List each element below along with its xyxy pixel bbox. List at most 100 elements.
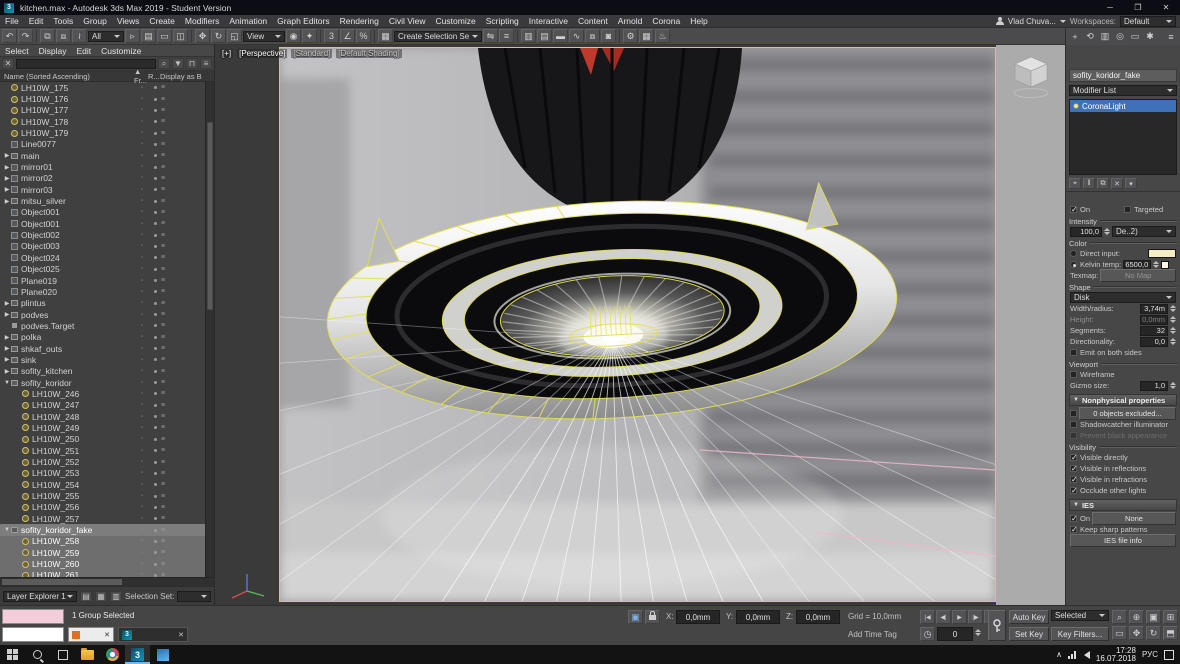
tree-row-shkaf-outs[interactable]: ▶ shkaf_outs ▫ ≡ bbox=[0, 343, 205, 354]
tree-row-podves-target[interactable]: podves.Target ▫ ≡ bbox=[0, 320, 205, 331]
toggle-ribbon-icon[interactable]: ▬ bbox=[553, 29, 568, 43]
select-by-name-icon[interactable]: ▤ bbox=[141, 29, 156, 43]
renderable-toggle[interactable] bbox=[149, 460, 161, 464]
checkbox-on[interactable]: On bbox=[1070, 205, 1122, 214]
language-indicator[interactable]: РУС bbox=[1142, 650, 1158, 659]
motion-tab-icon[interactable]: ◎ bbox=[1113, 30, 1127, 43]
expand-icon[interactable]: ▶ bbox=[3, 300, 11, 307]
tree-row-lh10w-250[interactable]: LH10W_250 ▫ ≡ bbox=[0, 434, 205, 445]
spinner[interactable] bbox=[1104, 228, 1110, 235]
tree-row-lh10w-251[interactable]: LH10W_251 ▫ ≡ bbox=[0, 445, 205, 456]
explorer-column-header[interactable]: Name (Sorted Ascending) ▲ Fr... R... Dis… bbox=[0, 67, 214, 85]
lock-explorer-icon[interactable]: ⊓ bbox=[186, 58, 198, 69]
renderable-toggle[interactable] bbox=[149, 392, 161, 396]
tree-row-object003[interactable]: Object003 ▫ ≡ bbox=[0, 241, 205, 252]
frozen-toggle[interactable]: ▫ bbox=[135, 209, 149, 215]
menu-help[interactable]: Help bbox=[685, 16, 712, 26]
menu-group[interactable]: Group bbox=[78, 16, 112, 26]
curve-editor-icon[interactable]: ∿ bbox=[569, 29, 584, 43]
frozen-toggle[interactable]: ▫ bbox=[135, 425, 149, 431]
search-button[interactable] bbox=[25, 645, 50, 664]
value-field[interactable]: 0,0mm bbox=[1140, 314, 1168, 325]
renderable-toggle[interactable] bbox=[149, 347, 161, 351]
spinner[interactable] bbox=[1170, 305, 1176, 312]
window-crossing-icon[interactable]: ◫ bbox=[173, 29, 188, 43]
renderable-toggle[interactable] bbox=[149, 403, 161, 407]
frozen-toggle[interactable]: ▫ bbox=[135, 493, 149, 499]
toggle-scene-explorer-icon[interactable]: ▥ bbox=[521, 29, 536, 43]
checkbox-keep-sharp-patterns[interactable]: Keep sharp patterns bbox=[1070, 525, 1148, 534]
display-mode-cell[interactable]: ≡ bbox=[161, 345, 205, 352]
frozen-toggle[interactable]: ▫ bbox=[135, 323, 149, 329]
display-mode-cell[interactable]: ≡ bbox=[161, 504, 205, 511]
renderable-toggle[interactable] bbox=[149, 244, 161, 248]
frozen-toggle[interactable]: ▫ bbox=[135, 527, 149, 533]
display-mode-cell[interactable]: ≡ bbox=[161, 164, 205, 171]
menu-scripting[interactable]: Scripting bbox=[481, 16, 524, 26]
renderable-toggle[interactable] bbox=[149, 290, 161, 294]
checkbox-box[interactable] bbox=[1070, 410, 1077, 417]
display-mode-cell[interactable]: ≡ bbox=[161, 107, 205, 114]
maximize-button[interactable]: ❐ bbox=[1124, 0, 1152, 15]
tree-row-sink[interactable]: ▶ sink ▫ ≡ bbox=[0, 354, 205, 365]
snaps-toggle-icon[interactable]: 3 bbox=[324, 29, 339, 43]
menu-content[interactable]: Content bbox=[573, 16, 613, 26]
angle-snap-icon[interactable]: ∠ bbox=[340, 29, 355, 43]
stack-item-coronalight[interactable]: CoronaLight bbox=[1070, 100, 1176, 112]
menu-customize[interactable]: Customize bbox=[431, 16, 481, 26]
tree-row-mirror01[interactable]: ▶ mirror01 ▫ ≡ bbox=[0, 161, 205, 172]
tree-row-polka[interactable]: ▶ polka ▫ ≡ bbox=[0, 332, 205, 343]
checkbox-visible-directly[interactable]: Visible directly bbox=[1070, 453, 1128, 462]
go-to-start-button[interactable]: |◀ bbox=[920, 610, 935, 624]
tree-row-lh10w-175[interactable]: LH10W_175 ▫ ≡ bbox=[0, 82, 205, 93]
tree-row-lh10w-177[interactable]: LH10W_177 ▫ ≡ bbox=[0, 105, 205, 116]
named-selection-sets-dropdown[interactable]: Create Selection Se bbox=[394, 30, 482, 42]
intensity-units-dropdown[interactable]: De..2) bbox=[1112, 226, 1176, 237]
render-column-header[interactable]: R... bbox=[148, 72, 160, 81]
checkbox-emit-on-both-sides[interactable]: Emit on both sides bbox=[1070, 348, 1142, 357]
toggle-layer-explorer-icon[interactable]: ▤ bbox=[537, 29, 552, 43]
renderable-toggle[interactable] bbox=[149, 369, 161, 373]
select-and-move-icon[interactable]: ✥ bbox=[195, 29, 210, 43]
button-ies-file-info[interactable]: IES file info bbox=[1070, 534, 1176, 547]
expand-icon[interactable]: ▼ bbox=[3, 527, 11, 533]
tree-row-lh10w-252[interactable]: LH10W_252 ▫ ≡ bbox=[0, 456, 205, 467]
renderable-toggle[interactable] bbox=[149, 154, 161, 158]
viewport-pov-label[interactable]: [Perspective] bbox=[237, 49, 288, 58]
display-mode-cell[interactable]: ≡ bbox=[161, 413, 205, 420]
display-mode-cell[interactable]: ≡ bbox=[161, 311, 205, 318]
expand-icon[interactable]: ▶ bbox=[3, 164, 11, 171]
display-mode-cell[interactable]: ≡ bbox=[161, 186, 205, 193]
auto-key-button[interactable]: Auto Key bbox=[1009, 610, 1049, 624]
expand-icon[interactable]: ▼ bbox=[3, 380, 11, 386]
renderable-toggle[interactable] bbox=[149, 279, 161, 283]
expand-icon[interactable]: ▶ bbox=[3, 345, 11, 352]
pan-view-icon[interactable]: ✥ bbox=[1129, 626, 1144, 640]
redo-icon[interactable]: ↷ bbox=[18, 29, 33, 43]
renderable-toggle[interactable] bbox=[149, 437, 161, 441]
display-mode-cell[interactable]: ≡ bbox=[161, 436, 205, 443]
display-mode-cell[interactable]: ≡ bbox=[161, 549, 205, 556]
renderable-toggle[interactable] bbox=[149, 131, 161, 135]
display-mode-cell[interactable]: ≡ bbox=[161, 141, 205, 148]
explorer-mode-dropdown[interactable]: Layer Explorer 1 bbox=[3, 590, 77, 602]
explorer-settings-icon[interactable]: ≡ bbox=[200, 58, 212, 69]
value-field[interactable]: 0,0 bbox=[1140, 336, 1168, 347]
display-mode-cell[interactable]: ≡ bbox=[161, 356, 205, 363]
frozen-toggle[interactable]: ▫ bbox=[135, 357, 149, 363]
render-setup-icon[interactable]: ⚙ bbox=[623, 29, 638, 43]
maxscript-mini-listener-macro[interactable] bbox=[2, 609, 64, 624]
checkbox-visible-in-refractions[interactable]: Visible in refractions bbox=[1070, 475, 1147, 484]
renderable-toggle[interactable] bbox=[149, 358, 161, 362]
zoom-icon[interactable]: ⌕ bbox=[1112, 610, 1127, 624]
frozen-toggle[interactable]: ▫ bbox=[135, 243, 149, 249]
set-keys-button[interactable] bbox=[988, 610, 1006, 641]
explorer-footer-icon-2[interactable]: ▦ bbox=[95, 590, 107, 602]
orbit-icon[interactable]: ↻ bbox=[1146, 626, 1161, 640]
menu-corona[interactable]: Corona bbox=[647, 16, 685, 26]
renderable-toggle[interactable] bbox=[149, 108, 161, 112]
workspace-dropdown[interactable]: Default bbox=[1120, 15, 1176, 27]
create-tab-icon[interactable]: + bbox=[1068, 30, 1082, 43]
display-mode-cell[interactable]: ≡ bbox=[161, 288, 205, 295]
display-mode-cell[interactable]: ≡ bbox=[161, 447, 205, 454]
